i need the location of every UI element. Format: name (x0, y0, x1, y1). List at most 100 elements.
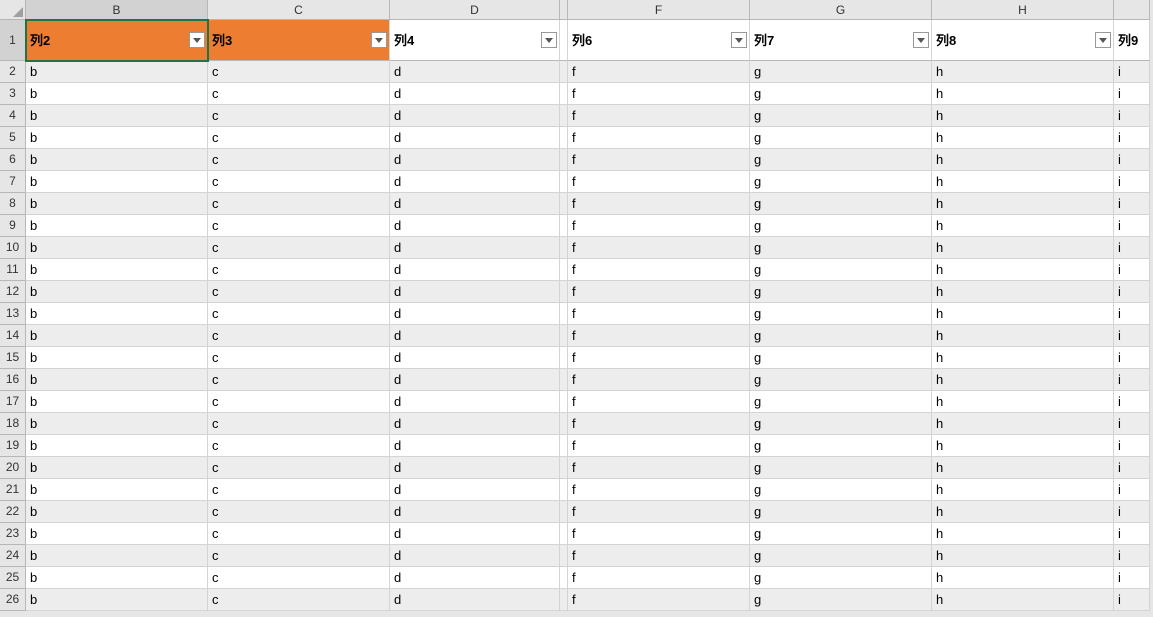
data-cell[interactable]: g (750, 347, 932, 369)
data-cell[interactable]: b (26, 589, 208, 611)
data-cell[interactable]: h (932, 303, 1114, 325)
data-cell[interactable]: h (932, 523, 1114, 545)
data-cell[interactable]: f (568, 479, 750, 501)
col-header-F[interactable]: F (568, 0, 750, 20)
row-header-8[interactable]: 8 (0, 193, 26, 215)
data-cell[interactable]: i (1114, 281, 1150, 303)
filter-dropdown-icon[interactable] (913, 32, 929, 48)
row-header-3[interactable]: 3 (0, 83, 26, 105)
data-cell[interactable]: g (750, 567, 932, 589)
data-cell[interactable]: c (208, 545, 390, 567)
data-cell[interactable]: g (750, 127, 932, 149)
data-cell[interactable]: f (568, 149, 750, 171)
data-cell[interactable]: d (390, 435, 560, 457)
data-cell[interactable]: f (568, 303, 750, 325)
data-cell[interactable] (560, 391, 568, 413)
data-cell[interactable]: d (390, 501, 560, 523)
data-cell[interactable]: c (208, 171, 390, 193)
data-cell[interactable] (560, 589, 568, 611)
data-cell[interactable]: h (932, 589, 1114, 611)
data-cell[interactable]: g (750, 237, 932, 259)
col-header-hidden[interactable] (560, 0, 568, 20)
data-cell[interactable]: d (390, 545, 560, 567)
row-header-24[interactable]: 24 (0, 545, 26, 567)
data-cell[interactable]: f (568, 259, 750, 281)
data-cell[interactable]: b (26, 457, 208, 479)
data-cell[interactable] (560, 567, 568, 589)
data-cell[interactable]: h (932, 127, 1114, 149)
data-cell[interactable]: g (750, 523, 932, 545)
data-cell[interactable]: h (932, 193, 1114, 215)
data-cell[interactable]: b (26, 259, 208, 281)
data-cell[interactable]: c (208, 149, 390, 171)
data-cell[interactable]: f (568, 347, 750, 369)
data-cell[interactable]: g (750, 435, 932, 457)
data-cell[interactable]: f (568, 127, 750, 149)
data-cell[interactable]: b (26, 413, 208, 435)
row-header-15[interactable]: 15 (0, 347, 26, 369)
data-cell[interactable]: c (208, 435, 390, 457)
data-cell[interactable]: b (26, 501, 208, 523)
data-cell[interactable]: d (390, 413, 560, 435)
data-cell[interactable]: g (750, 391, 932, 413)
data-cell[interactable]: f (568, 567, 750, 589)
filter-dropdown-icon[interactable] (1095, 32, 1111, 48)
data-cell[interactable]: g (750, 501, 932, 523)
row-header-2[interactable]: 2 (0, 61, 26, 83)
data-cell[interactable] (560, 413, 568, 435)
data-cell[interactable]: f (568, 501, 750, 523)
data-cell[interactable]: g (750, 149, 932, 171)
data-cell[interactable]: h (932, 435, 1114, 457)
data-cell[interactable]: f (568, 523, 750, 545)
data-cell[interactable]: d (390, 325, 560, 347)
filter-dropdown-icon[interactable] (541, 32, 557, 48)
data-cell[interactable]: c (208, 347, 390, 369)
data-cell[interactable]: i (1114, 171, 1150, 193)
data-cell[interactable]: c (208, 193, 390, 215)
data-cell[interactable]: b (26, 215, 208, 237)
row-header-12[interactable]: 12 (0, 281, 26, 303)
data-cell[interactable]: h (932, 545, 1114, 567)
data-cell[interactable]: d (390, 457, 560, 479)
data-cell[interactable]: b (26, 105, 208, 127)
data-cell[interactable]: f (568, 215, 750, 237)
data-cell[interactable]: d (390, 567, 560, 589)
data-cell[interactable] (560, 149, 568, 171)
data-cell[interactable]: h (932, 501, 1114, 523)
data-cell[interactable] (560, 303, 568, 325)
data-cell[interactable]: i (1114, 215, 1150, 237)
data-cell[interactable]: b (26, 479, 208, 501)
data-cell[interactable]: f (568, 237, 750, 259)
data-cell[interactable]: i (1114, 149, 1150, 171)
data-cell[interactable]: d (390, 149, 560, 171)
data-cell[interactable]: i (1114, 347, 1150, 369)
data-cell[interactable]: g (750, 61, 932, 83)
data-cell[interactable]: g (750, 413, 932, 435)
data-cell[interactable]: h (932, 457, 1114, 479)
data-cell[interactable]: f (568, 589, 750, 611)
row-header-9[interactable]: 9 (0, 215, 26, 237)
data-cell[interactable]: f (568, 545, 750, 567)
data-cell[interactable]: b (26, 237, 208, 259)
col-header-G[interactable]: G (750, 0, 932, 20)
col-header-hidden[interactable] (1114, 0, 1150, 20)
data-cell[interactable]: i (1114, 391, 1150, 413)
data-cell[interactable]: b (26, 61, 208, 83)
data-cell[interactable]: c (208, 127, 390, 149)
data-cell[interactable]: f (568, 369, 750, 391)
data-cell[interactable]: h (932, 149, 1114, 171)
data-cell[interactable]: i (1114, 303, 1150, 325)
data-cell[interactable]: c (208, 457, 390, 479)
row-header-16[interactable]: 16 (0, 369, 26, 391)
data-cell[interactable]: f (568, 391, 750, 413)
data-cell[interactable]: h (932, 281, 1114, 303)
data-cell[interactable] (560, 347, 568, 369)
data-cell[interactable]: c (208, 391, 390, 413)
data-cell[interactable]: g (750, 589, 932, 611)
data-cell[interactable]: h (932, 61, 1114, 83)
data-cell[interactable]: d (390, 589, 560, 611)
row-header-1[interactable]: 1 (0, 20, 26, 61)
data-cell[interactable]: i (1114, 501, 1150, 523)
data-cell[interactable]: b (26, 83, 208, 105)
data-cell[interactable]: b (26, 303, 208, 325)
